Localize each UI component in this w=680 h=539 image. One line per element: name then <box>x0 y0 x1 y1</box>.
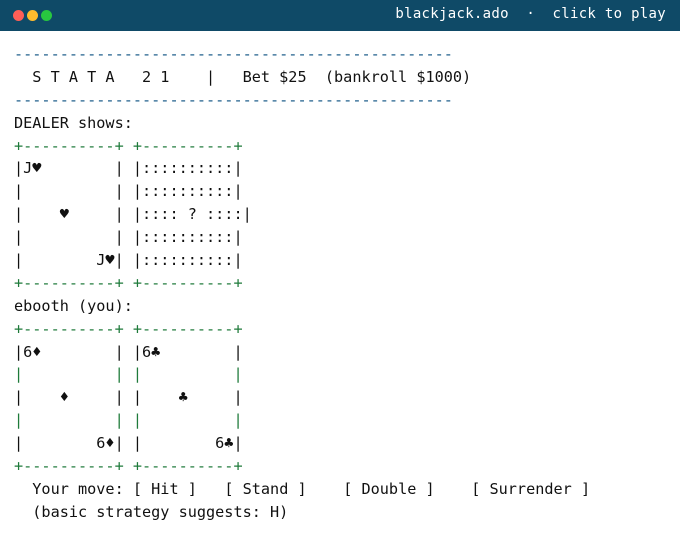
minimize-window-button[interactable] <box>27 10 38 21</box>
dealer-cards-row-1: |J♥ | |::::::::::| <box>14 159 243 178</box>
move-prompt: Your move: <box>14 479 133 498</box>
title-separator: · <box>526 6 536 22</box>
title-bar: blackjack.ado · click to play <box>0 0 680 31</box>
dealer-cards-top-border: +----------+ +----------+ <box>14 136 243 155</box>
player-cards-row-2: | | | | <box>14 365 243 384</box>
dealer-label: DEALER shows: <box>14 113 133 132</box>
header-rule-top: ----------------------------------------… <box>14 45 453 63</box>
terminal-output: ----------------------------------------… <box>14 43 590 524</box>
strategy-hint: (basic strategy suggests: H) <box>14 502 289 521</box>
player-cards-row-5: | 6♦| | 6♣| <box>14 434 243 453</box>
dealer-cards-row-2: | | |::::::::::| <box>14 182 243 201</box>
hit-button[interactable]: [ Hit ] <box>133 480 197 498</box>
dealer-cards-row-5: | J♥| |::::::::::| <box>14 251 243 270</box>
window-title[interactable]: blackjack.ado · click to play <box>395 6 666 22</box>
close-window-button[interactable] <box>13 10 24 21</box>
dealer-cards-row-4: | | |::::::::::| <box>14 228 243 247</box>
game-header: S T A T A 2 1 | Bet $25 (bankroll $1000) <box>14 67 472 86</box>
player-cards-row-3: | ♦ | | ♣ | <box>14 388 243 407</box>
player-cards-top-border: +----------+ +----------+ <box>14 319 243 338</box>
move-bar: Your move: [ Hit ] [ Stand ] [ Double ] … <box>14 478 590 501</box>
double-button[interactable]: [ Double ] <box>343 480 434 498</box>
dealer-cards-bottom-border: +----------+ +----------+ <box>14 273 243 292</box>
player-cards-row-1: |6♦ | |6♣ | <box>14 342 243 361</box>
stand-button[interactable]: [ Stand ] <box>224 480 306 498</box>
click-to-play-link[interactable]: click to play <box>553 6 666 22</box>
surrender-button[interactable]: [ Surrender ] <box>471 480 590 498</box>
dealer-cards-row-3: | ♥ | |:::: ? ::::| <box>14 205 252 224</box>
window-filename: blackjack.ado <box>395 6 509 22</box>
maximize-window-button[interactable] <box>41 10 52 21</box>
header-rule-bottom: ----------------------------------------… <box>14 90 453 109</box>
player-label: ebooth (you): <box>14 296 133 315</box>
player-cards-row-4: | | | | <box>14 411 243 430</box>
player-cards-bottom-border: +----------+ +----------+ <box>14 457 243 476</box>
